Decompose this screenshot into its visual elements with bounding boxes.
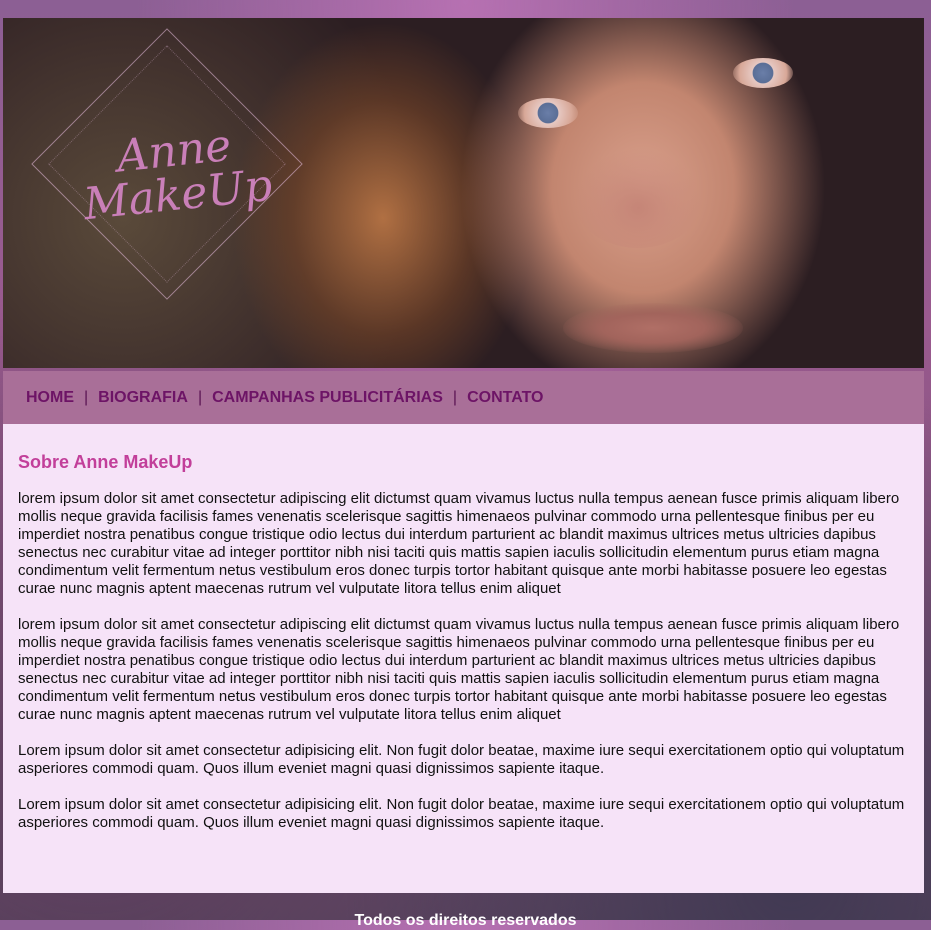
paragraph: Lorem ipsum dolor sit amet consectetur a… xyxy=(18,796,905,831)
hero-photo-lips xyxy=(563,303,743,353)
nav-home[interactable]: HOME xyxy=(26,389,74,407)
paragraph: Lorem ipsum dolor sit amet consectetur a… xyxy=(18,742,905,777)
main-content: Sobre Anne MakeUp lorem ipsum dolor sit … xyxy=(3,424,924,893)
nav-separator: | xyxy=(197,388,203,406)
nav-campanhas[interactable]: CAMPANHAS PUBLICITÁRIAS xyxy=(212,389,443,407)
footer-text: Todos os direitos reservados xyxy=(354,912,577,929)
page-title: Sobre Anne MakeUp xyxy=(18,452,193,472)
hero-photo-nose xyxy=(573,148,703,248)
nav-contato[interactable]: CONTATO xyxy=(467,389,543,407)
hero-photo-eye-left xyxy=(518,98,578,128)
hero-photo-eye-right xyxy=(733,58,793,88)
hero-banner: Anne MakeUp xyxy=(3,18,924,368)
nav-separator: | xyxy=(452,388,458,406)
main-nav: HOME | BIOGRAFIA | CAMPANHAS PUBLICITÁRI… xyxy=(3,371,924,424)
paragraph: lorem ipsum dolor sit amet consectetur a… xyxy=(18,616,900,723)
paragraph: lorem ipsum dolor sit amet consectetur a… xyxy=(18,490,900,597)
nav-biografia[interactable]: BIOGRAFIA xyxy=(98,389,188,407)
page-wrapper: Anne MakeUp HOME | BIOGRAFIA | CAMPANHAS… xyxy=(3,18,924,893)
nav-separator: | xyxy=(84,388,89,406)
